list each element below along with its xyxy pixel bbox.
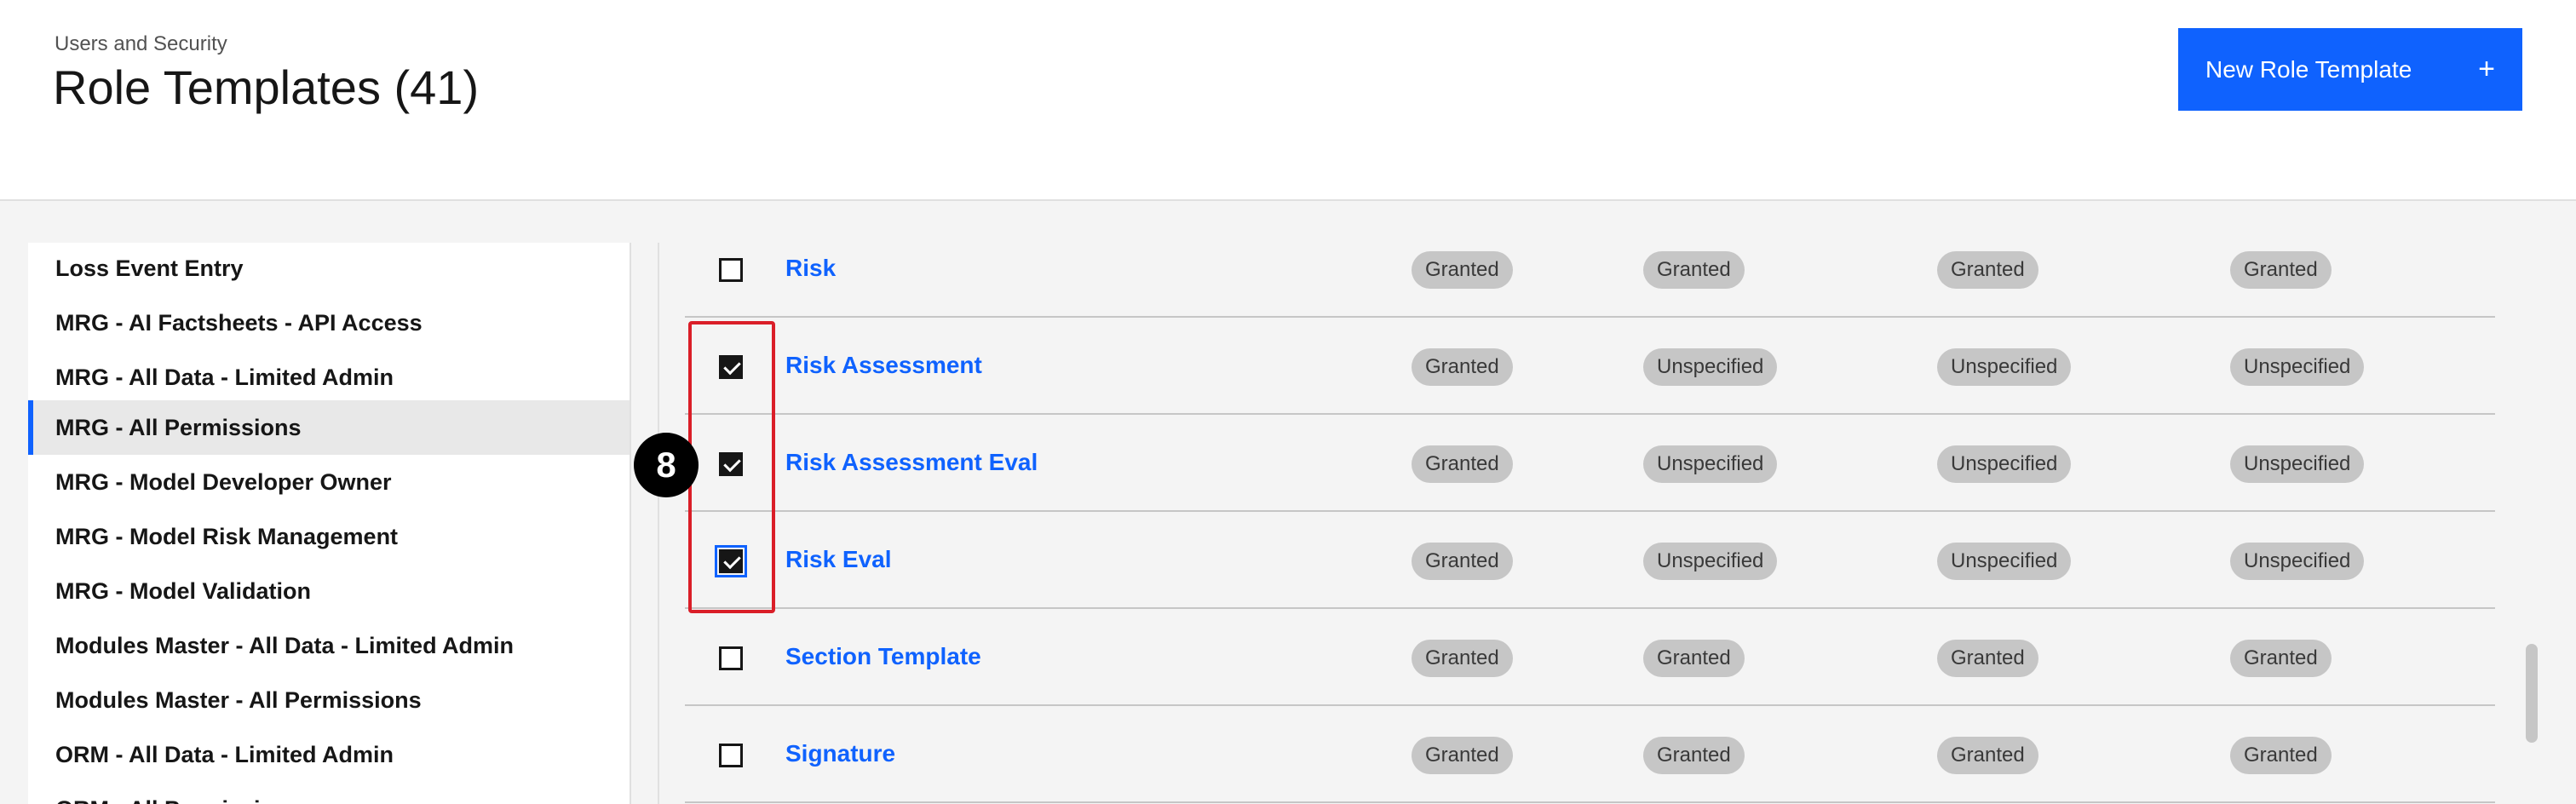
- status-badge: Granted: [1412, 543, 1513, 580]
- sidebar-item-active[interactable]: MRG - All Permissions: [28, 400, 630, 455]
- page-title: Role Templates (41): [53, 60, 480, 114]
- new-role-template-label: New Role Template: [2205, 55, 2412, 83]
- page-header: Users and Security Role Templates (41) N…: [0, 0, 2576, 201]
- status-badge: Granted: [2230, 640, 2332, 677]
- status-badge: Granted: [1412, 445, 1513, 483]
- status-badge: Unspecified: [1643, 445, 1778, 483]
- table-row: Risk Assessment Granted Unspecified Unsp…: [685, 319, 2495, 415]
- table-row: Signature Granted Granted Granted Grante…: [685, 708, 2495, 803]
- plus-icon: +: [2478, 53, 2495, 85]
- status-badge: Unspecified: [1937, 445, 2072, 483]
- table-row: Risk Eval Granted Unspecified Unspecifie…: [685, 514, 2495, 609]
- sidebar-item[interactable]: MRG - AI Factsheets - API Access: [28, 296, 630, 350]
- sidebar-item[interactable]: ORM - All Permissions: [28, 782, 630, 804]
- table-row: Section Template Granted Granted Granted…: [685, 611, 2495, 706]
- row-checkbox[interactable]: [719, 258, 743, 282]
- status-badge: Granted: [1937, 737, 2038, 774]
- row-link[interactable]: Risk: [785, 255, 836, 282]
- status-badge: Unspecified: [1643, 543, 1778, 580]
- status-badge: Granted: [1937, 251, 2038, 289]
- sidebar-item[interactable]: ORM - All Data - Limited Admin: [28, 727, 630, 782]
- row-checkbox[interactable]: [719, 646, 743, 670]
- status-badge: Unspecified: [2230, 445, 2365, 483]
- status-badge: Granted: [1412, 348, 1513, 386]
- sidebar-item[interactable]: MRG - Model Risk Management: [28, 509, 630, 564]
- sidebar-item[interactable]: MRG - All Data - Limited Admin: [28, 350, 630, 405]
- status-badge: Unspecified: [2230, 348, 2365, 386]
- status-badge: Granted: [1412, 737, 1513, 774]
- row-checkbox[interactable]: [719, 744, 743, 767]
- row-link[interactable]: Risk Eval: [785, 546, 892, 573]
- status-badge: Granted: [1643, 251, 1745, 289]
- status-badge: Granted: [1643, 737, 1745, 774]
- row-link[interactable]: Signature: [785, 740, 895, 767]
- permissions-table: Risk Granted Granted Granted Granted Ris…: [685, 243, 2495, 804]
- status-badge: Unspecified: [2230, 543, 2365, 580]
- status-badge: Granted: [1937, 640, 2038, 677]
- status-badge: Granted: [2230, 737, 2332, 774]
- status-badge: Granted: [1412, 640, 1513, 677]
- new-role-template-button[interactable]: New Role Template +: [2178, 28, 2522, 111]
- sidebar-item[interactable]: MRG - Model Validation: [28, 564, 630, 618]
- status-badge: Unspecified: [1643, 348, 1778, 386]
- breadcrumb[interactable]: Users and Security: [55, 32, 227, 56]
- sidebar-item[interactable]: Modules Master - All Data - Limited Admi…: [28, 618, 630, 673]
- row-link[interactable]: Risk Assessment Eval: [785, 449, 1038, 476]
- sidebar-item[interactable]: MRG - Model Developer Owner: [28, 455, 630, 509]
- sidebar-item[interactable]: Loss Event Entry: [28, 243, 630, 296]
- scrollbar-thumb[interactable]: [2526, 644, 2538, 743]
- status-badge: Unspecified: [1937, 543, 2072, 580]
- sidebar-item[interactable]: Modules Master - All Permissions: [28, 673, 630, 727]
- status-badge: Granted: [2230, 251, 2332, 289]
- table-row: Risk Granted Granted Granted Granted: [685, 243, 2495, 318]
- status-badge: Granted: [1412, 251, 1513, 289]
- annotation-highlight-box: [688, 321, 775, 613]
- row-link[interactable]: Section Template: [785, 643, 981, 670]
- status-badge: Unspecified: [1937, 348, 2072, 386]
- row-link[interactable]: Risk Assessment: [785, 352, 982, 379]
- annotation-step-badge: 8: [634, 433, 699, 497]
- role-template-list: Loss Event Entry MRG - AI Factsheets - A…: [28, 243, 631, 804]
- table-row: Risk Assessment Eval Granted Unspecified…: [685, 416, 2495, 512]
- status-badge: Granted: [1643, 640, 1745, 677]
- panel-divider: [658, 243, 659, 804]
